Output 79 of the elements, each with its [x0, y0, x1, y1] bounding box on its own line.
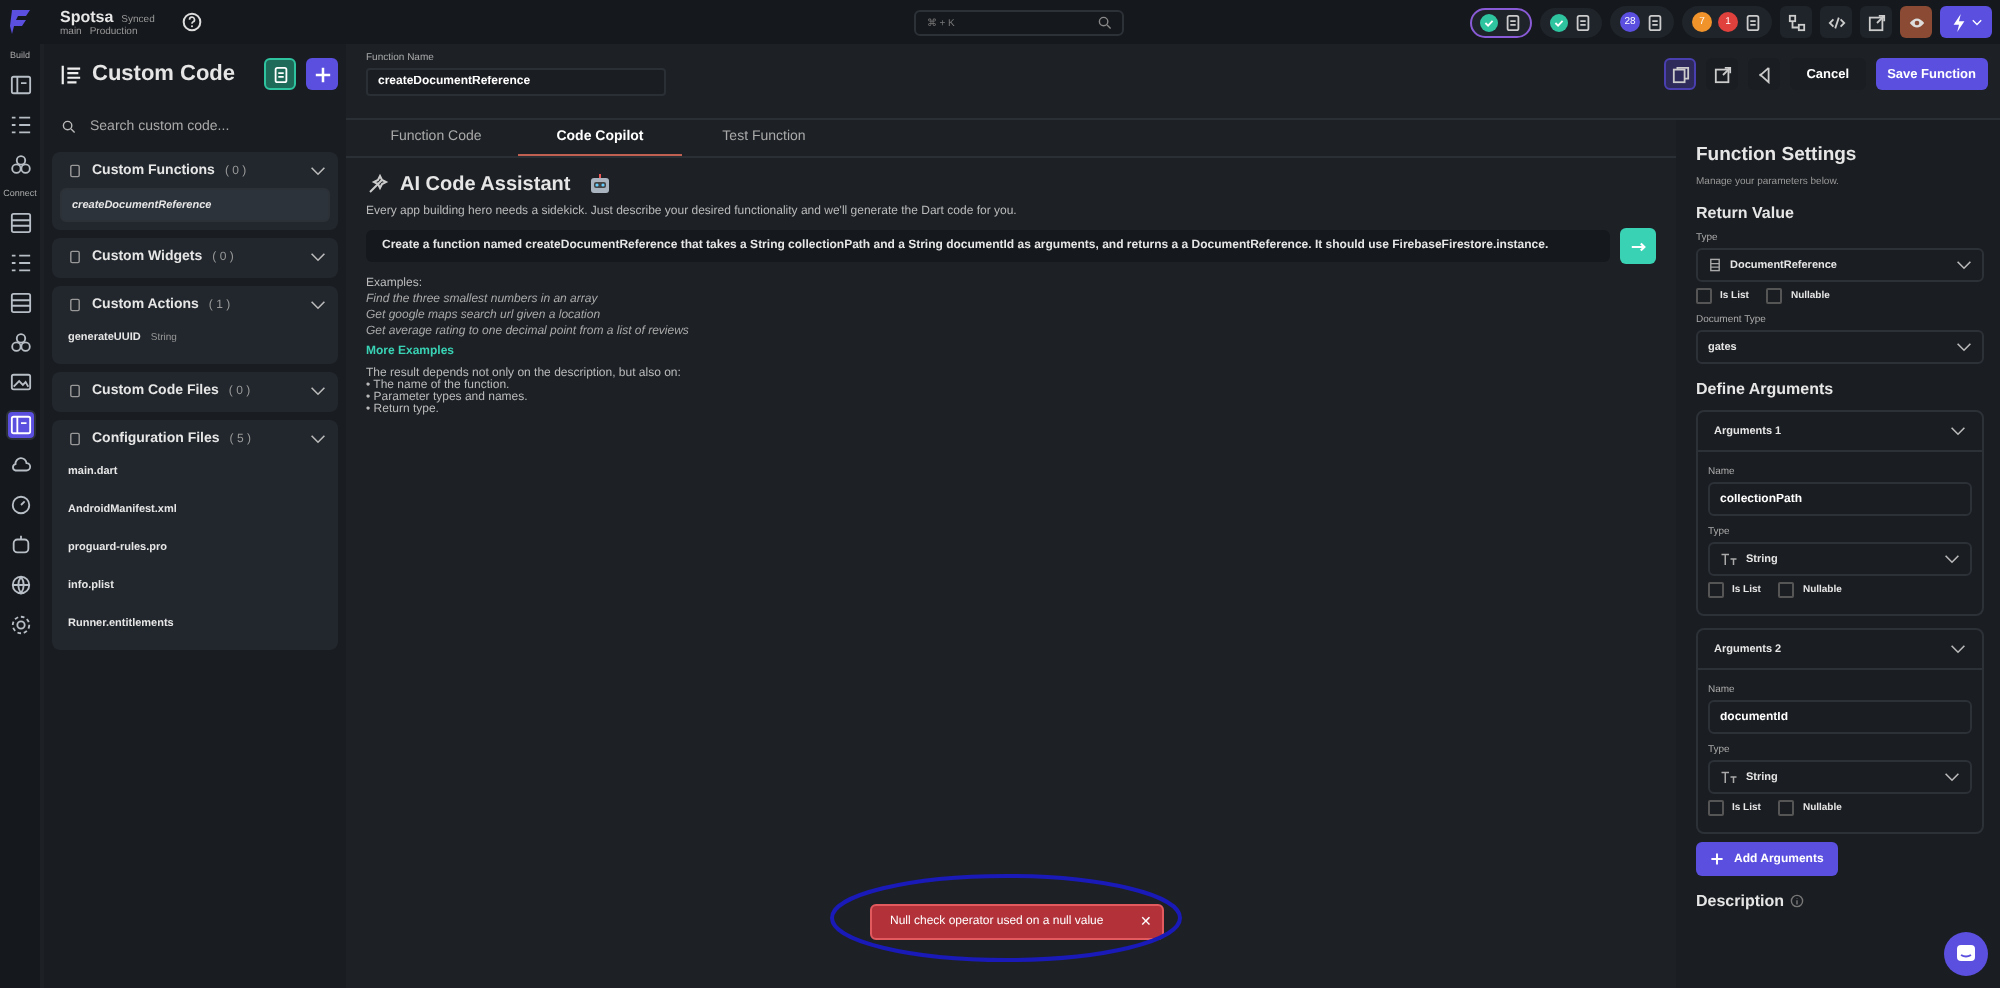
flow-icon[interactable] — [1780, 6, 1812, 38]
document-icon — [1574, 13, 1592, 31]
chevron-icon[interactable] — [310, 434, 326, 444]
chevron-icon — [1944, 554, 1960, 564]
cloud-icon — [9, 453, 31, 475]
check-icon — [1480, 13, 1498, 31]
external-link-icon[interactable] — [1860, 6, 1892, 38]
file-icon — [68, 298, 82, 312]
chevron-icon — [1944, 772, 1960, 782]
submit-button[interactable] — [1620, 228, 1656, 264]
chevron-icon[interactable] — [310, 166, 326, 176]
gear-icon — [9, 613, 31, 635]
checkbox[interactable] — [1778, 582, 1795, 598]
section-heading: Define Arguments — [1696, 380, 1836, 398]
robot-icon — [9, 533, 31, 555]
document-icon — [1504, 13, 1522, 31]
chat-button[interactable] — [1944, 932, 1988, 976]
project-name: Spotsa — [60, 7, 114, 25]
document-icon — [271, 65, 289, 83]
eye-icon[interactable] — [1900, 6, 1932, 38]
table-icon — [9, 291, 31, 313]
assistant-title: AI Code Assistant — [400, 173, 571, 195]
sidebar-title: Custom Code — [92, 62, 237, 86]
blocks-icon — [9, 153, 31, 175]
info-icon — [1790, 894, 1805, 908]
document-button[interactable] — [264, 58, 296, 90]
plus-icon — [1710, 852, 1724, 866]
list-icon — [9, 113, 31, 135]
chevron-icon — [1956, 342, 1972, 352]
panel-icon — [9, 73, 31, 95]
file-icon — [68, 384, 82, 398]
blocks-icon — [9, 331, 31, 353]
document-icon — [1708, 258, 1722, 272]
checkbox[interactable] — [1708, 800, 1724, 816]
status-group[interactable] — [1540, 7, 1602, 37]
table-icon — [9, 211, 31, 233]
checkbox[interactable] — [1778, 800, 1795, 816]
text-type-icon — [1720, 550, 1738, 568]
globe-icon — [9, 573, 31, 595]
document-icon — [1646, 13, 1664, 31]
text-type-icon — [1720, 768, 1738, 786]
chevron-icon[interactable] — [310, 386, 326, 396]
file-icon — [68, 432, 82, 446]
section-heading: Description — [1696, 892, 1785, 910]
chevron-icon[interactable] — [310, 252, 326, 262]
robot-icon — [588, 172, 613, 196]
chevron-icon[interactable] — [1950, 644, 1966, 654]
panel-icon — [9, 414, 31, 436]
checkbox[interactable] — [1766, 288, 1783, 304]
search-icon — [1098, 15, 1113, 29]
check-icon — [1550, 13, 1568, 31]
arrow-icon — [1629, 237, 1647, 255]
checkbox[interactable] — [1708, 582, 1724, 598]
gauge-icon — [9, 493, 31, 515]
search-icon — [62, 119, 76, 133]
rail-button[interactable] — [5, 410, 35, 440]
file-icon — [68, 250, 82, 264]
panel-title: Function Settings — [1696, 144, 1859, 166]
copy-icon[interactable] — [1664, 58, 1697, 90]
file-icon — [68, 164, 82, 178]
lightning-icon[interactable] — [1940, 6, 1992, 38]
code-icon[interactable] — [1820, 6, 1852, 38]
chevron-icon[interactable] — [310, 300, 326, 310]
sparkle-icon — [366, 172, 390, 196]
image-icon — [9, 371, 31, 393]
list-icon — [9, 251, 31, 273]
status-group[interactable] — [1470, 7, 1532, 37]
help-icon[interactable] — [182, 12, 203, 32]
chevron-icon — [1956, 260, 1972, 270]
logo-icon — [8, 8, 32, 36]
code-list-icon — [60, 63, 82, 85]
section-heading: Return Value — [1696, 204, 1796, 222]
chat-icon — [1954, 942, 1978, 966]
chevron-icon[interactable] — [1950, 426, 1966, 436]
document-icon — [1744, 13, 1762, 31]
checkbox[interactable] — [1696, 288, 1712, 304]
add-button[interactable] — [306, 58, 338, 90]
external-link-icon[interactable] — [1706, 58, 1739, 90]
plus-icon — [313, 65, 331, 83]
